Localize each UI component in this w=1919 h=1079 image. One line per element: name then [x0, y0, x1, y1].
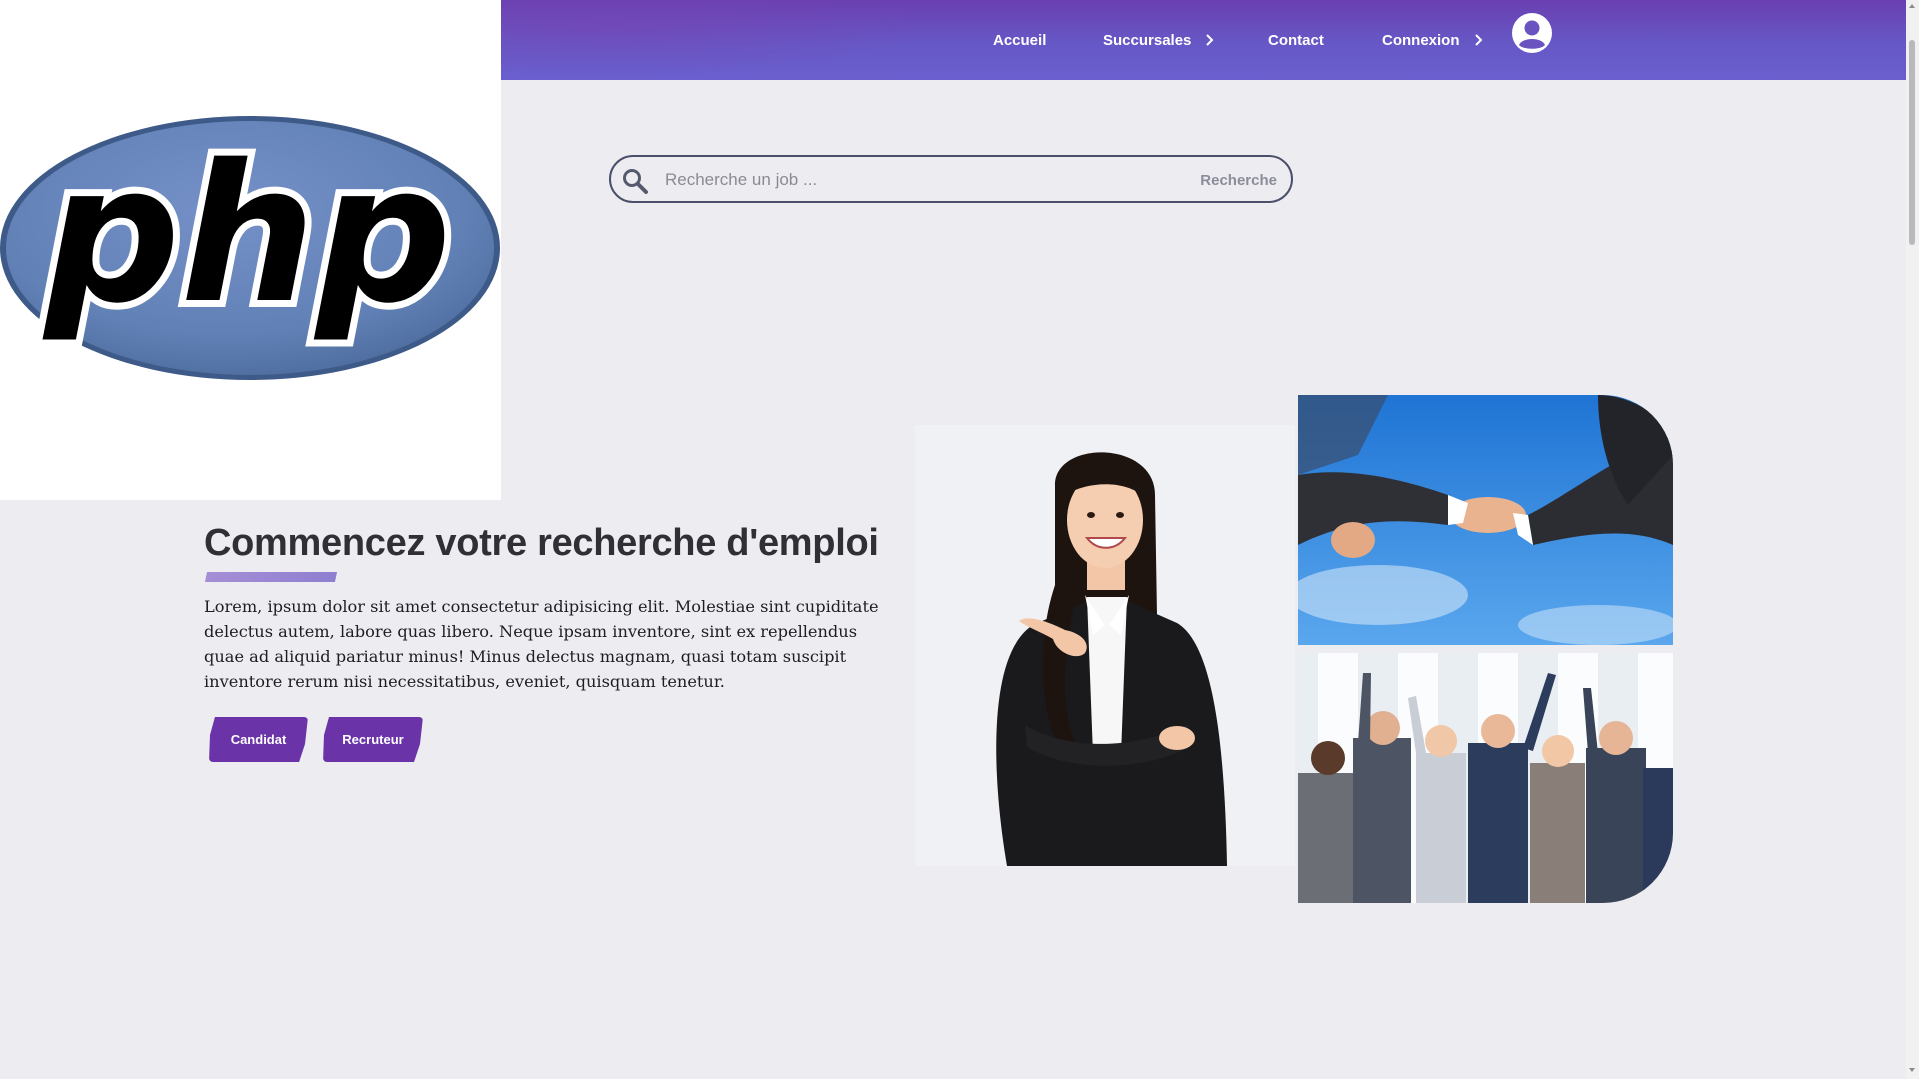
- search-input[interactable]: [663, 163, 1167, 197]
- hero-description: Lorem, ipsum dolor sit amet consectetur …: [204, 597, 879, 691]
- php-logo-image: php php: [0, 116, 500, 380]
- scrollbar-thumb[interactable]: [1909, 40, 1915, 245]
- handshake-photo: [1298, 395, 1673, 645]
- chevron-right-icon: [1206, 34, 1214, 46]
- page: php php Accueil Succursales Contact Conn…: [0, 0, 1919, 1079]
- php-logo[interactable]: php php: [0, 0, 501, 500]
- search-icon: [623, 169, 648, 194]
- scroll-down-arrow-icon[interactable]: [1909, 1068, 1915, 1072]
- nav-item-connexion[interactable]: Connexion: [1382, 0, 1485, 80]
- nav-item-label: Accueil: [993, 31, 1047, 49]
- candidat-button[interactable]: Candidat: [209, 717, 308, 762]
- celebrating-team-photo: [1298, 653, 1673, 903]
- nav-item-label: Succursales: [1103, 31, 1192, 49]
- nav-item-contact[interactable]: Contact: [1268, 0, 1324, 80]
- nav-item-accueil[interactable]: Accueil: [993, 0, 1046, 80]
- job-search-bar: Recherche: [609, 155, 1293, 203]
- scroll-up-arrow-icon[interactable]: [1909, 4, 1915, 8]
- chevron-right-icon: [1474, 34, 1482, 46]
- vertical-scrollbar[interactable]: [1906, 0, 1919, 1079]
- php-logo-text: php: [42, 124, 451, 345]
- top-navbar: Accueil Succursales Contact Connexion: [501, 0, 1906, 80]
- recruteur-button[interactable]: Recruteur: [323, 717, 423, 762]
- title-underline: [204, 572, 338, 582]
- search-button[interactable]: Recherche: [1194, 165, 1283, 195]
- hero-title: Commencez votre recherche d'emploi: [204, 522, 879, 564]
- businesswoman-pointing-photo: [915, 425, 1295, 866]
- nav-item-label: Connexion: [1382, 31, 1460, 49]
- user-circle-icon[interactable]: [1512, 13, 1552, 53]
- nav-item-label: Contact: [1268, 31, 1324, 49]
- nav-item-succursales[interactable]: Succursales: [1103, 0, 1216, 80]
